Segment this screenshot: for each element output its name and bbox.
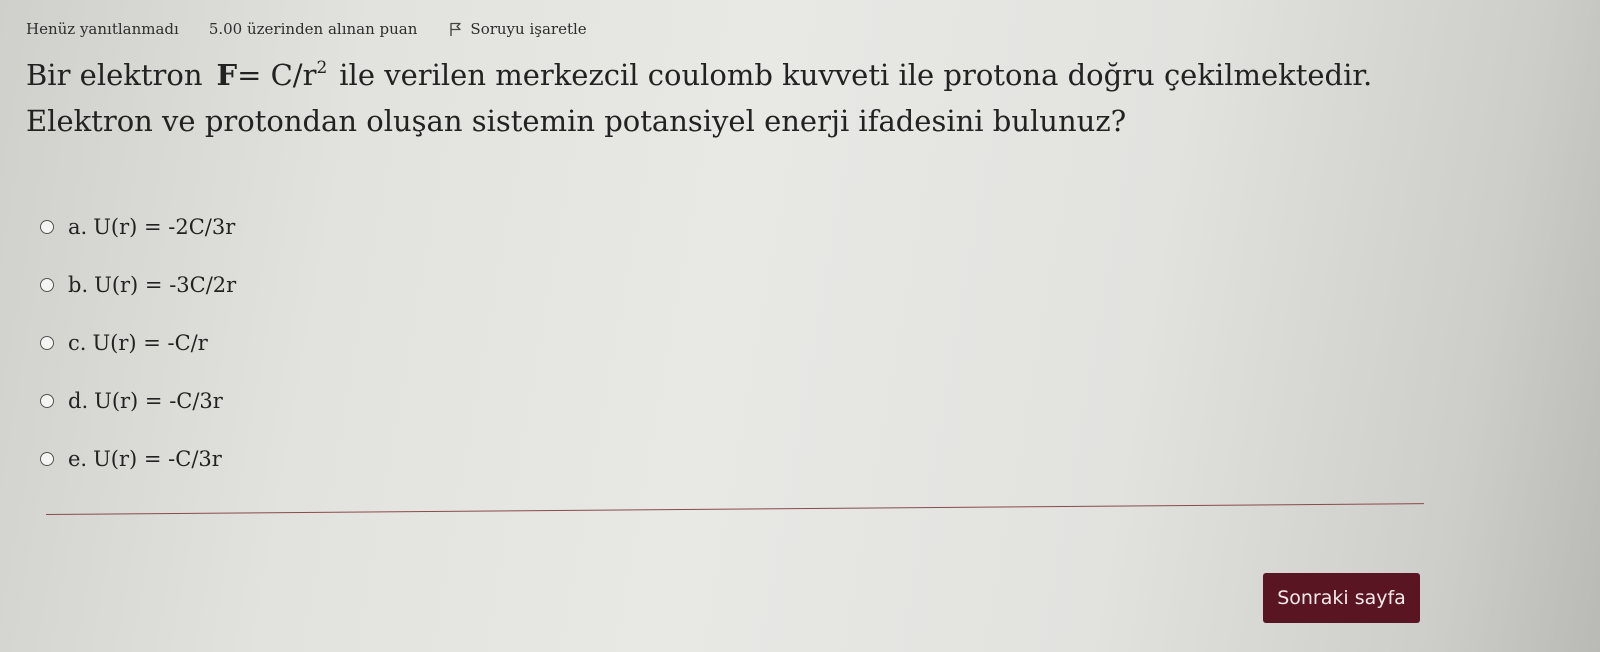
answer-text: U(r) = -C/3r [93,447,222,471]
force-symbol: F [216,58,238,92]
force-exponent: 2 [316,58,328,78]
question-text: Bir elektron F= C/r2 ile verilen merkezcil… [26,52,1466,144]
force-formula: F= C/r2 [217,58,328,92]
answer-text: U(r) = -2C/3r [93,215,236,239]
question-line-1-end: ile verilen merkezcil coulomb kuvveti il… [339,58,1373,92]
question-line-2: Elektron ve protondan oluşan sistemin po… [26,104,1127,138]
answer-text: U(r) = -C/r [92,331,208,355]
answer-letter: c. [68,331,87,355]
answer-letter: b. [68,273,89,297]
question-status: Henüz yanıtlanmadı [26,20,179,38]
radio-button[interactable] [40,394,54,408]
radio-button[interactable] [40,278,54,292]
section-divider [45,503,1424,515]
answer-option-c[interactable]: c. U(r) = -C/r [40,314,236,372]
flag-question-label: Soruyu işaretle [470,20,587,38]
question-line-1-start: Bir elektron [26,58,203,92]
question-info-bar: Henüz yanıtlanmadı 5.00 üzerinden alınan… [26,17,587,41]
answer-letter: d. [68,389,89,413]
radio-button[interactable] [40,336,54,350]
radio-button[interactable] [40,220,54,234]
answer-option-e[interactable]: e. U(r) = -C/3r [40,430,236,488]
force-expression: = C/r [237,58,317,92]
answer-text: U(r) = -C/3r [94,389,223,413]
flag-icon [450,22,462,36]
question-line-1: Bir elektron F= C/r2 ile verilen merkezcil… [26,52,1466,98]
answer-option-b[interactable]: b. U(r) = -3C/2r [40,256,236,314]
answer-option-d[interactable]: d. U(r) = -C/3r [40,372,236,430]
question-grade: 5.00 üzerinden alınan puan [208,20,418,38]
answer-letter: a. [68,215,88,239]
answer-text: U(r) = -3C/2r [94,273,237,297]
next-page-button[interactable]: Sonraki sayfa [1263,573,1420,623]
answer-letter: e. [68,447,88,471]
answer-options: a. U(r) = -2C/3r b. U(r) = -3C/2r c. U(r… [40,198,236,488]
flag-question-link[interactable]: Soruyu işaretle [449,20,587,38]
radio-button[interactable] [40,452,54,466]
answer-option-a[interactable]: a. U(r) = -2C/3r [40,198,236,256]
